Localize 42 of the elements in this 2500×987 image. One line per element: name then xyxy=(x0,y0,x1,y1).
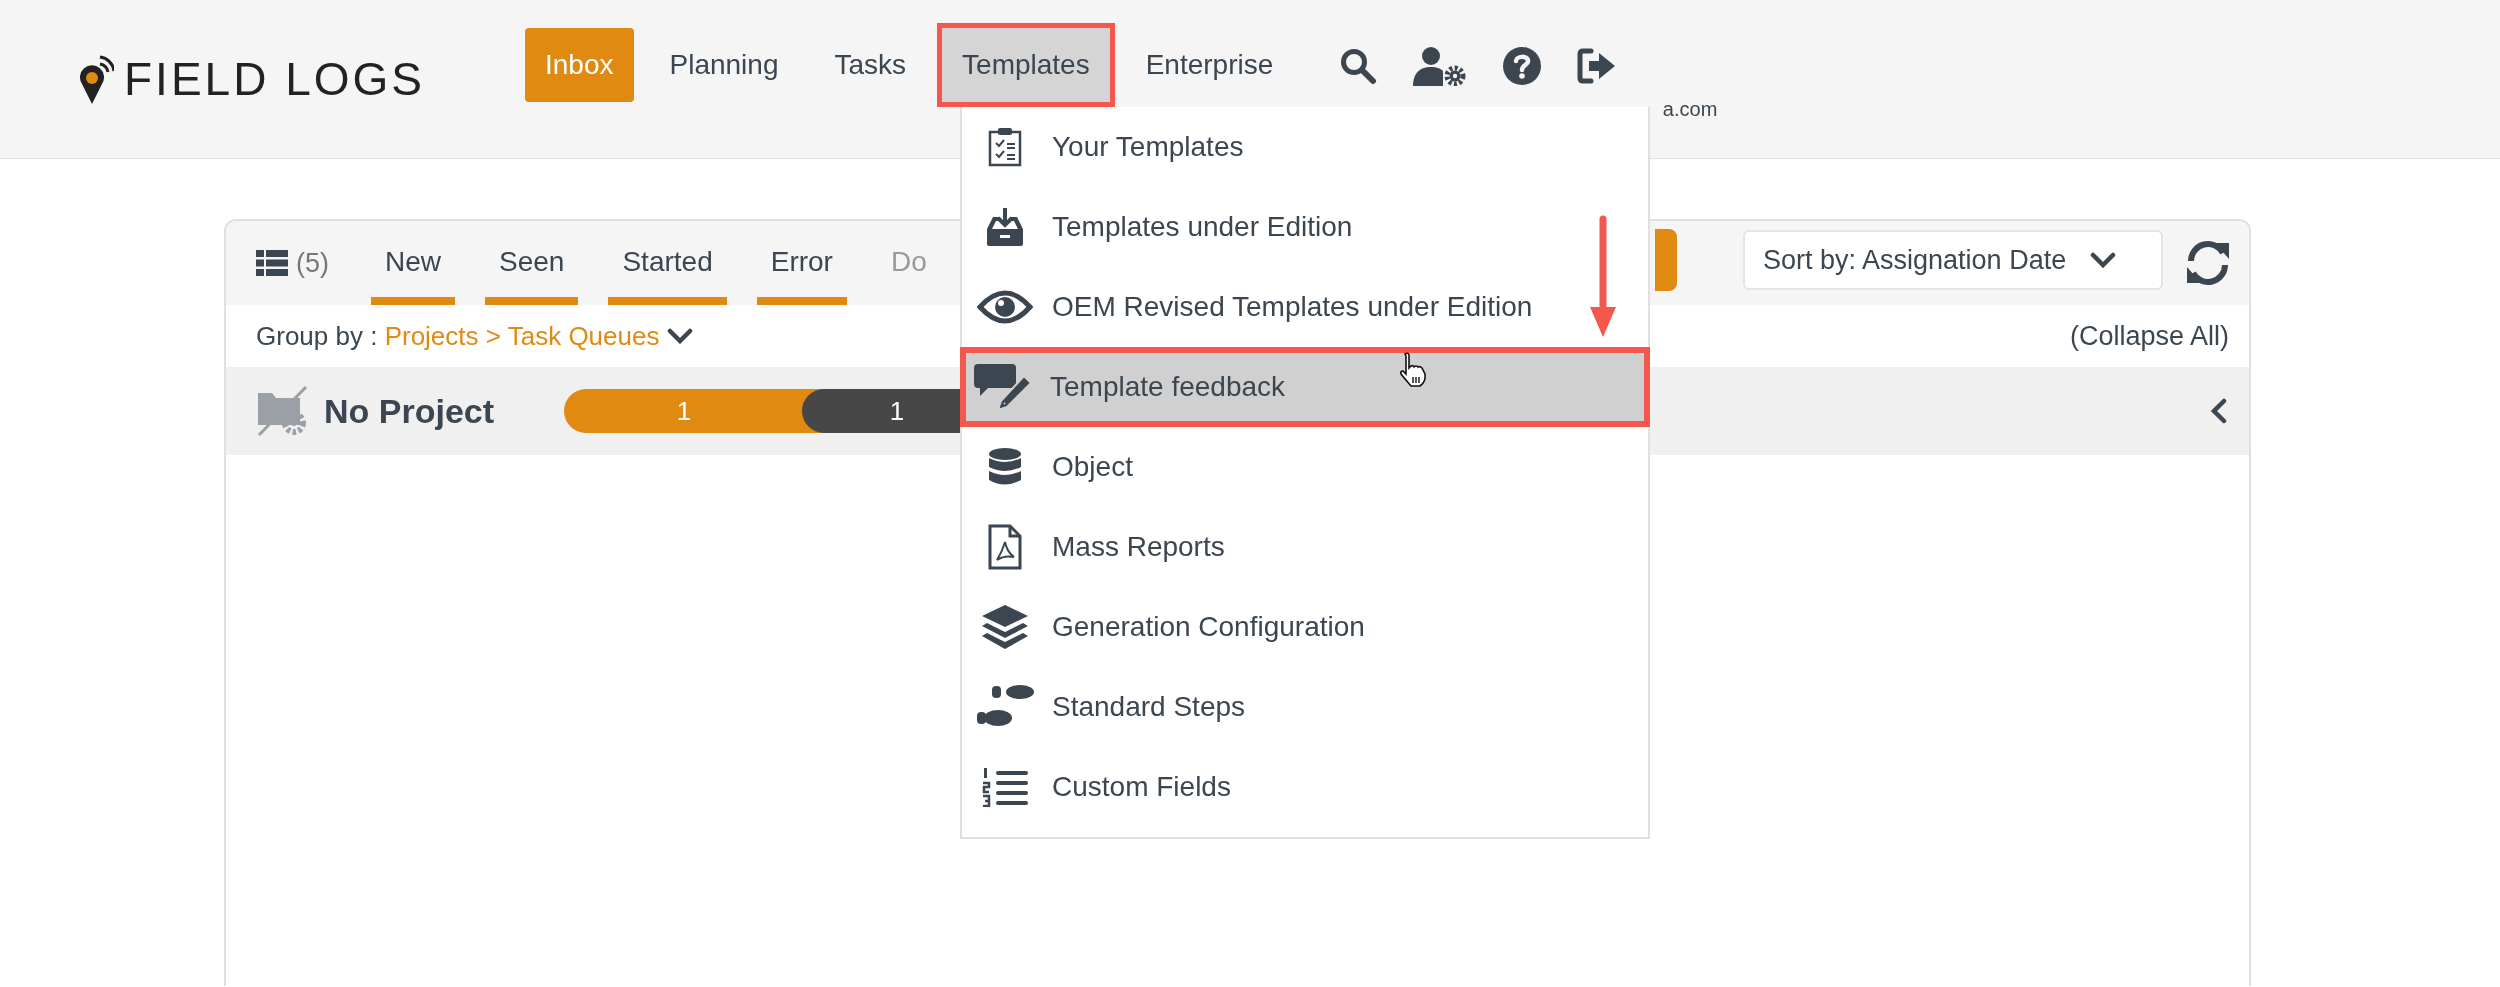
menu-item[interactable]: Templates under Edition xyxy=(962,187,1648,267)
nav-tab[interactable]: Planning xyxy=(649,28,799,102)
eye-icon xyxy=(977,289,1033,325)
menu-item[interactable]: OEM Revised Templates under Edition xyxy=(962,267,1648,347)
user-email: a.com xyxy=(1662,98,1718,121)
nav-tab[interactable]: Enterprise xyxy=(1125,28,1294,102)
menu-item[interactable]: Template feedback xyxy=(960,347,1650,427)
project-name: No Project xyxy=(324,391,496,431)
chevron-down-icon[interactable] xyxy=(667,328,694,344)
refresh-icon[interactable] xyxy=(2185,239,2231,287)
feedback-icon xyxy=(974,364,1032,410)
menu-item[interactable]: Mass Reports xyxy=(962,507,1648,587)
numbered-list-icon xyxy=(982,767,1028,807)
chevron-down-icon xyxy=(2090,252,2117,268)
tray-download-icon xyxy=(985,207,1025,247)
status-tab[interactable]: Seen xyxy=(485,221,579,305)
nav-tab[interactable]: Tasks xyxy=(814,28,927,102)
status-tab[interactable]: Error xyxy=(756,221,847,305)
help-icon[interactable] xyxy=(1503,47,1542,85)
sort-dropdown[interactable]: Sort by: Assignation Date xyxy=(1743,230,2163,290)
menu-item[interactable]: Your Templates xyxy=(962,107,1648,187)
menu-item[interactable]: Standard Steps xyxy=(962,667,1648,747)
pdf-file-icon xyxy=(988,524,1022,570)
logo-text: FIELD LOGS xyxy=(124,52,425,106)
menu-item[interactable]: Generation Configuration xyxy=(962,587,1648,667)
list-icon xyxy=(256,250,288,276)
count-bar-segment: 1 xyxy=(802,389,962,433)
database-icon xyxy=(988,447,1022,487)
collapse-all-link[interactable]: (Collapse All) xyxy=(2069,320,2229,352)
user-settings-icon[interactable] xyxy=(1413,46,1468,86)
menu-item[interactable]: Custom Fields xyxy=(962,747,1648,827)
pointer-cursor-icon xyxy=(1398,352,1428,388)
menu-item[interactable]: Object xyxy=(962,427,1648,507)
layers-icon xyxy=(981,604,1029,650)
status-tab[interactable]: New xyxy=(371,221,455,305)
status-tab[interactable]: Started xyxy=(608,221,727,305)
clipboard-icon xyxy=(988,127,1022,167)
logo-icon xyxy=(80,54,114,104)
task-count: (5) xyxy=(296,247,329,279)
chevron-left-icon[interactable] xyxy=(2211,398,2227,424)
search-icon[interactable] xyxy=(1339,47,1378,85)
group-by-text: Group by : Projects > Task Queues xyxy=(256,320,660,352)
